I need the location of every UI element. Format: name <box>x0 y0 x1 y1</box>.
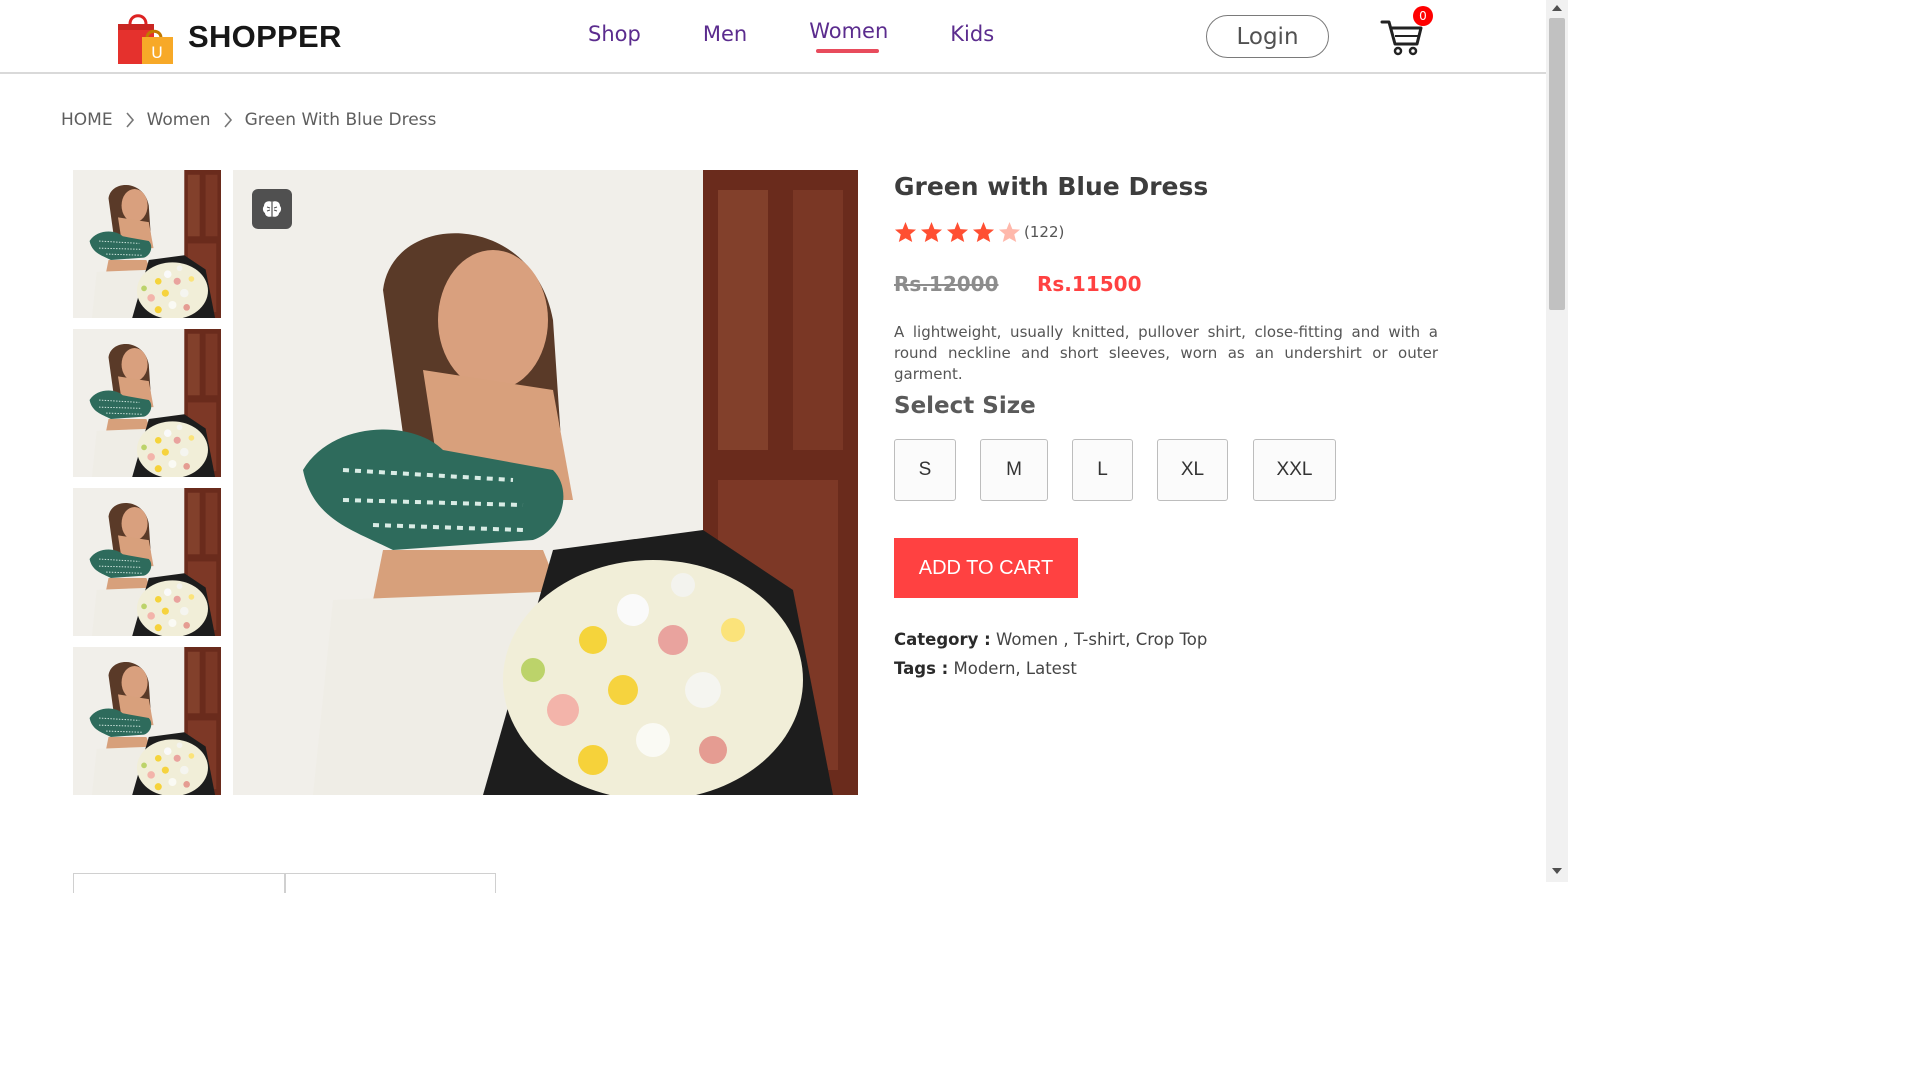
breadcrumb-home[interactable]: HOME <box>61 110 113 130</box>
scroll-thumb[interactable] <box>1549 18 1565 310</box>
star-empty-icon <box>998 221 1021 243</box>
page-scrollbar[interactable] <box>1546 0 1568 882</box>
category-label: Category : <box>894 630 991 649</box>
product-title: Green with Blue Dress <box>894 172 1209 201</box>
tab-description[interactable] <box>73 873 285 893</box>
product-thumbnail-1[interactable] <box>73 170 221 318</box>
main-nav: Shop Men Women Kids <box>588 19 994 53</box>
product-thumbnail-3[interactable] <box>73 488 221 636</box>
add-to-cart-button[interactable]: ADD TO CART <box>894 538 1078 598</box>
breadcrumb: HOME Women Green With Blue Dress <box>61 110 436 130</box>
chevron-right-icon <box>223 112 233 128</box>
product-thumbnail-2[interactable] <box>73 329 221 477</box>
brain-icon[interactable] <box>252 189 292 229</box>
svg-text:U: U <box>151 43 163 62</box>
star-icon <box>972 221 995 243</box>
star-icon <box>894 221 917 243</box>
product-main-image <box>233 170 858 795</box>
tags-label: Tags : <box>894 659 949 678</box>
navbar: U SHOPPER Shop Men Women Kids Login 0 <box>0 0 1546 74</box>
tab-reviews[interactable] <box>285 873 496 893</box>
tags-value: Modern, Latest <box>953 659 1077 678</box>
product-description: A lightweight, usually knitted, pullover… <box>894 323 1438 383</box>
chevron-right-icon <box>125 112 135 128</box>
active-nav-underline <box>816 49 880 53</box>
login-button[interactable]: Login <box>1206 15 1329 58</box>
size-option-xxl[interactable]: XXL <box>1253 439 1336 501</box>
size-option-l[interactable]: L <box>1072 439 1133 501</box>
nav-item-women[interactable]: Women <box>809 19 889 53</box>
scroll-down-arrow-icon[interactable] <box>1552 868 1562 874</box>
category-value: Women , T-shirt, Crop Top <box>995 630 1208 649</box>
category-line: Category : Women , T-shirt, Crop Top <box>894 630 1207 649</box>
brand-name: SHOPPER <box>188 19 342 54</box>
new-price: Rs.11500 <box>1037 272 1142 296</box>
tags-line: Tags : Modern, Latest <box>894 659 1077 678</box>
size-option-s[interactable]: S <box>894 439 956 501</box>
size-option-m[interactable]: M <box>980 439 1048 501</box>
nav-item-men[interactable]: Men <box>703 22 747 46</box>
cart-count-badge: 0 <box>1413 6 1433 26</box>
size-heading: Select Size <box>894 393 1036 419</box>
star-icon <box>946 221 969 243</box>
review-count: (122) <box>1024 223 1065 241</box>
nav-item-shop[interactable]: Shop <box>588 22 641 46</box>
breadcrumb-women[interactable]: Women <box>147 110 211 130</box>
scroll-up-arrow-icon[interactable] <box>1552 5 1562 11</box>
star-icon <box>920 221 943 243</box>
old-price: Rs.12000 <box>894 272 999 296</box>
shopping-bag-icon: U <box>116 10 174 64</box>
rating-stars: (122) <box>894 221 1064 243</box>
size-option-xl[interactable]: XL <box>1157 439 1228 501</box>
nav-item-women-label: Women <box>809 19 889 43</box>
nav-item-kids[interactable]: Kids <box>950 22 994 46</box>
breadcrumb-current: Green With Blue Dress <box>244 110 437 130</box>
logo[interactable]: U SHOPPER <box>116 10 342 64</box>
product-thumbnail-4[interactable] <box>73 647 221 795</box>
